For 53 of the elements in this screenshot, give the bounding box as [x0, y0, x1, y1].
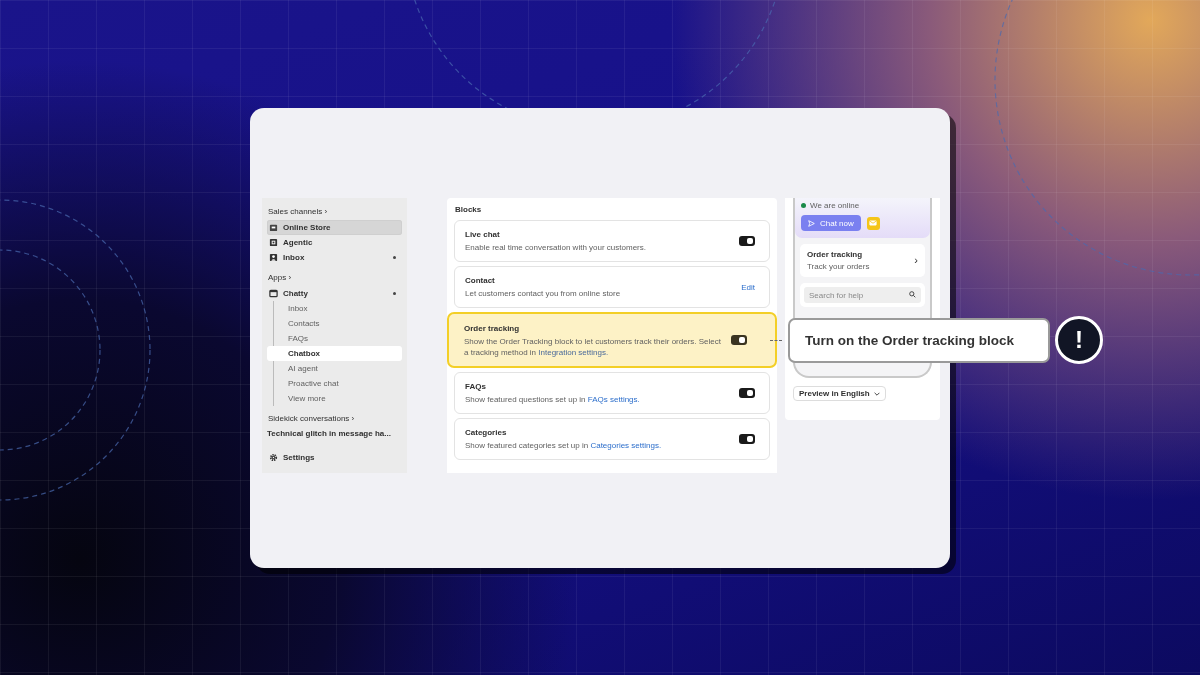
sidebar-subitem[interactable]: Proactive chat [273, 376, 402, 391]
settings-icon [269, 453, 278, 462]
caret-icon [873, 391, 880, 396]
settings-link[interactable]: FAQs settings. [587, 395, 640, 404]
sidebar-subitem[interactable]: View more [273, 391, 402, 406]
box-icon [269, 238, 278, 247]
store-icon [269, 223, 278, 232]
sidebar-subitem[interactable]: Contacts [273, 316, 402, 331]
edit-link[interactable]: Edit [741, 282, 755, 292]
toggle-switch[interactable] [739, 388, 755, 398]
panel-title: Blocks [455, 205, 483, 215]
toggle-switch[interactable] [739, 236, 755, 246]
person-icon [269, 253, 278, 262]
card-title: Order tracking [807, 250, 864, 259]
sidebar-item[interactable]: Online Store [267, 220, 402, 235]
chevron-icon: › [914, 255, 918, 266]
sidebar-subitem[interactable]: Inbox [273, 301, 402, 316]
search-icon [909, 291, 916, 298]
section-heading[interactable]: Sidekick conversations › [268, 413, 355, 424]
sidebar-item[interactable]: Inbox [267, 250, 402, 265]
block-description: Show featured questions set up in FAQs settings. [465, 394, 640, 405]
block-title: Order tracking [464, 322, 521, 334]
leader-line [770, 339, 782, 341]
section-heading[interactable]: Apps › [268, 272, 292, 283]
sidebar-subitem[interactable]: Chatbox [267, 346, 402, 361]
card-subtitle: Track your orders [807, 262, 870, 271]
toggle-switch[interactable] [731, 335, 747, 345]
window-icon [269, 289, 278, 298]
sidebar-subitem[interactable]: AI agent [273, 361, 402, 376]
block-title: Categories [465, 427, 508, 438]
callout-tooltip: Turn on the Order tracking block [788, 317, 1050, 363]
sidebar-item[interactable]: Settings [267, 450, 402, 465]
block-title: FAQs [465, 381, 487, 392]
status-dot [801, 203, 806, 208]
order-tracking-card[interactable]: Order tracking Track your orders › [800, 244, 925, 277]
block-description: Show the Order Tracking block to let customers track their orders. Select a tracking method in Integration settings. [464, 335, 722, 358]
block-title: Live chat [465, 229, 501, 240]
block-description: Show featured categories set up in Categories settings. [465, 440, 662, 451]
sidebar-item[interactable]: Chatty [267, 286, 402, 301]
language-dropdown[interactable]: Preview in English [793, 386, 886, 401]
block-description: Enable real time conversation with your customers. [465, 242, 646, 253]
settings-link[interactable]: Categories settings. [590, 441, 662, 450]
block-description: Let customers contact you from online store [465, 288, 621, 299]
toggle-switch[interactable] [739, 434, 755, 444]
sidebar-item[interactable]: Agentic [267, 235, 402, 250]
conversation-item[interactable]: Technical glitch in message ha... [267, 427, 391, 440]
send-icon [808, 219, 815, 227]
search-field[interactable]: Search for help [804, 287, 921, 303]
block-title: Contact [465, 275, 496, 286]
section-heading[interactable]: Sales channels › [268, 206, 328, 217]
status-text: We are online [810, 201, 860, 210]
alert-badge: ! [1055, 316, 1103, 364]
settings-link[interactable]: Integration settings. [538, 347, 609, 357]
